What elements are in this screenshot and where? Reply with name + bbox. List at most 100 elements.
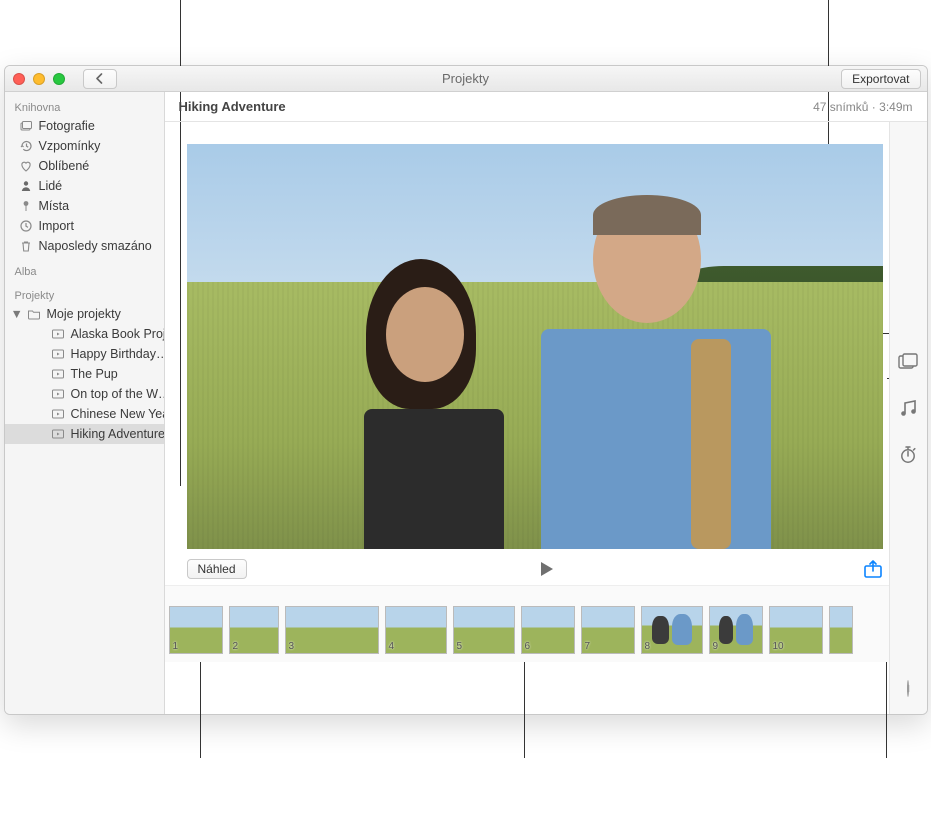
pin-icon: [19, 199, 33, 213]
duration-button[interactable]: [898, 444, 918, 464]
sidebar-section-albums: Alba: [5, 262, 164, 280]
sidebar-project-item[interactable]: Hiking Adventure: [5, 424, 164, 444]
slideshow-icon: [51, 407, 65, 421]
stopwatch-icon: [898, 444, 918, 464]
sidebar-project-item[interactable]: Chinese New Year: [5, 404, 164, 424]
sidebar-item-label: On top of the W…: [71, 387, 164, 401]
project-header: Hiking Adventure 47 snímků · 3:49m: [165, 92, 927, 122]
photo-stack-icon: [19, 119, 33, 133]
preview-button[interactable]: Náhled: [187, 559, 247, 579]
share-icon: [863, 560, 883, 578]
sidebar-item-label: Alaska Book Proj…: [71, 327, 164, 341]
sidebar-item-label: Chinese New Year: [71, 407, 164, 421]
sidebar-item-label: Moje projekty: [47, 307, 121, 321]
folder-icon: [27, 307, 41, 321]
minimize-window-button[interactable]: [33, 73, 45, 85]
project-meta: 47 snímků · 3:49m: [813, 100, 912, 114]
slideshow-preview[interactable]: [187, 144, 883, 549]
sidebar-section-projects: Projekty: [5, 286, 164, 304]
thumbnail-number: 3: [289, 641, 295, 652]
disclosure-triangle-icon[interactable]: ▼: [11, 307, 21, 321]
thumbnail[interactable]: 2: [229, 606, 279, 654]
plus-circle-icon: [907, 681, 909, 696]
thumbnail-number: 2: [233, 641, 239, 652]
thumbnail[interactable]: 10: [769, 606, 823, 654]
slideshow-icon: [51, 327, 65, 341]
thumbnail[interactable]: 4: [385, 606, 447, 654]
project-duration: 3:49m: [879, 100, 912, 114]
slideshow-icon: [51, 367, 65, 381]
play-button[interactable]: [537, 560, 555, 578]
app-window: Projekty Exportovat Knihovna Fotografie …: [4, 65, 928, 715]
sidebar-item-label: Fotografie: [39, 119, 95, 133]
add-photos-button[interactable]: [898, 678, 918, 698]
play-icon: [537, 560, 555, 578]
close-window-button[interactable]: [13, 73, 25, 85]
sidebar-project-item[interactable]: On top of the W…: [5, 384, 164, 404]
thumbnail[interactable]: 3: [285, 606, 379, 654]
music-icon: [898, 398, 918, 418]
preview-person: [521, 189, 791, 549]
thumbnail-number: 10: [773, 641, 784, 652]
slideshow-icon: [51, 427, 65, 441]
clock-back-icon: [19, 139, 33, 153]
theme-icon: [898, 353, 918, 371]
thumbnail[interactable]: 8: [641, 606, 703, 654]
slideshow-icon: [51, 347, 65, 361]
export-button[interactable]: Exportovat: [841, 69, 920, 89]
thumbnail-number: 9: [713, 641, 719, 652]
sidebar-item-label: Místa: [39, 199, 70, 213]
sidebar-section-library: Knihovna: [5, 98, 164, 116]
sidebar-item-places[interactable]: Místa: [5, 196, 164, 216]
window-controls: [13, 73, 65, 85]
thumbnail[interactable]: 6: [521, 606, 575, 654]
window-title: Projekty: [5, 71, 927, 86]
chevron-left-icon: [95, 73, 104, 84]
thumbnail-number: 8: [645, 641, 651, 652]
project-title: Hiking Adventure: [179, 99, 286, 114]
share-button[interactable]: [863, 560, 883, 578]
sidebar-item-photos[interactable]: Fotografie: [5, 116, 164, 136]
thumbnail-number: 5: [457, 641, 463, 652]
right-toolbar: [889, 122, 927, 714]
thumbnail[interactable]: 9: [709, 606, 763, 654]
sidebar-project-item[interactable]: Alaska Book Proj…: [5, 324, 164, 344]
titlebar: Projekty Exportovat: [5, 66, 927, 92]
thumbnail-number: 4: [389, 641, 395, 652]
sidebar-item-label: Happy Birthday…: [71, 347, 164, 361]
sidebar-item-memories[interactable]: Vzpomínky: [5, 136, 164, 156]
sidebar-item-label: Oblíbené: [39, 159, 90, 173]
thumbnail[interactable]: [829, 606, 853, 654]
sidebar-item-label: Lidé: [39, 179, 63, 193]
sidebar-item-label: Import: [39, 219, 74, 233]
sidebar-item-favorites[interactable]: Oblíbené: [5, 156, 164, 176]
preview-person: [326, 249, 506, 549]
theme-button[interactable]: [898, 352, 918, 372]
trash-icon: [19, 239, 33, 253]
thumbnail[interactable]: 1: [169, 606, 223, 654]
sidebar-item-label: Hiking Adventure: [71, 427, 164, 441]
person-icon: [19, 179, 33, 193]
sidebar-item-import[interactable]: Import: [5, 216, 164, 236]
sidebar-item-recently-deleted[interactable]: Naposledy smazáno: [5, 236, 164, 256]
export-button-label: Exportovat: [852, 72, 909, 86]
thumbnail-number: 1: [173, 641, 179, 652]
sidebar-item-my-projects[interactable]: ▼ Moje projekty: [5, 304, 164, 324]
sidebar-item-label: Vzpomínky: [39, 139, 101, 153]
sidebar-project-item[interactable]: The Pup: [5, 364, 164, 384]
preview-button-label: Náhled: [198, 562, 236, 576]
thumbnail[interactable]: 7: [581, 606, 635, 654]
thumbnail-number: 7: [585, 641, 591, 652]
back-button[interactable]: [83, 69, 117, 89]
zoom-window-button[interactable]: [53, 73, 65, 85]
project-frame-count: 47 snímků: [813, 100, 868, 114]
thumbnail-rail[interactable]: 1 2 3 4 5 6 7 8 9 10: [165, 585, 927, 662]
thumbnail-number: 6: [525, 641, 531, 652]
sidebar-item-people[interactable]: Lidé: [5, 176, 164, 196]
slideshow-icon: [51, 387, 65, 401]
sidebar-item-label: Naposledy smazáno: [39, 239, 152, 253]
thumbnail[interactable]: 5: [453, 606, 515, 654]
sidebar-project-item[interactable]: Happy Birthday…: [5, 344, 164, 364]
music-button[interactable]: [898, 398, 918, 418]
sidebar: Knihovna Fotografie Vzpomínky Oblíbené L…: [5, 92, 165, 714]
